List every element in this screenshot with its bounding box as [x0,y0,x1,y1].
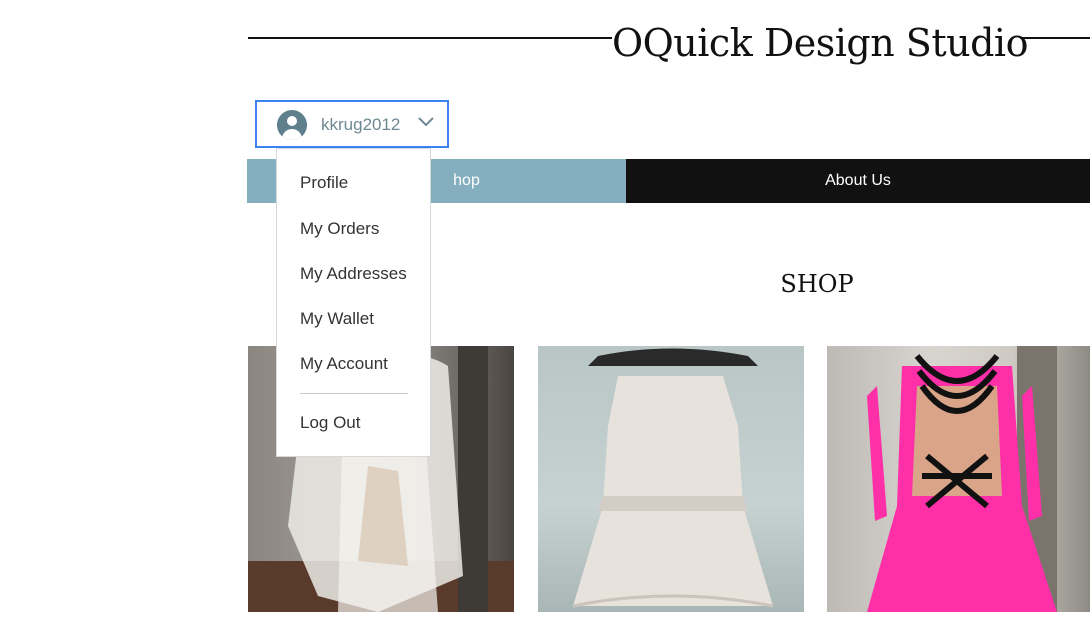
product-image-white-dress[interactable] [538,346,804,612]
menu-item-my-addresses[interactable]: My Addresses [300,264,407,284]
section-title: SHOP [780,270,854,298]
nav-item-label: hop [453,172,480,189]
menu-item-my-wallet[interactable]: My Wallet [300,309,374,329]
account-dropdown-menu: Profile My Orders My Addresses My Wallet… [276,148,431,457]
account-menu-button[interactable]: kkrug2012 [255,100,449,148]
menu-item-my-account[interactable]: My Account [300,354,388,374]
product-image-art [867,346,1057,612]
menu-item-log-out[interactable]: Log Out [300,413,361,433]
menu-item-my-orders[interactable]: My Orders [300,219,379,239]
title-rule-left [248,37,612,39]
username-label: kkrug2012 [321,115,401,134]
menu-divider [300,393,408,394]
menu-item-profile[interactable]: Profile [300,173,348,193]
nav-item-about-us[interactable]: About Us [626,159,1090,203]
site-title[interactable]: OQuick Design Studio [612,18,1028,68]
title-rule-right [1020,37,1090,39]
product-image-pink-costume[interactable] [827,346,1090,612]
product-image-art [572,348,774,608]
nav-item-label: About Us [825,172,891,189]
user-avatar-icon [277,110,307,140]
chevron-down-icon [418,117,434,127]
